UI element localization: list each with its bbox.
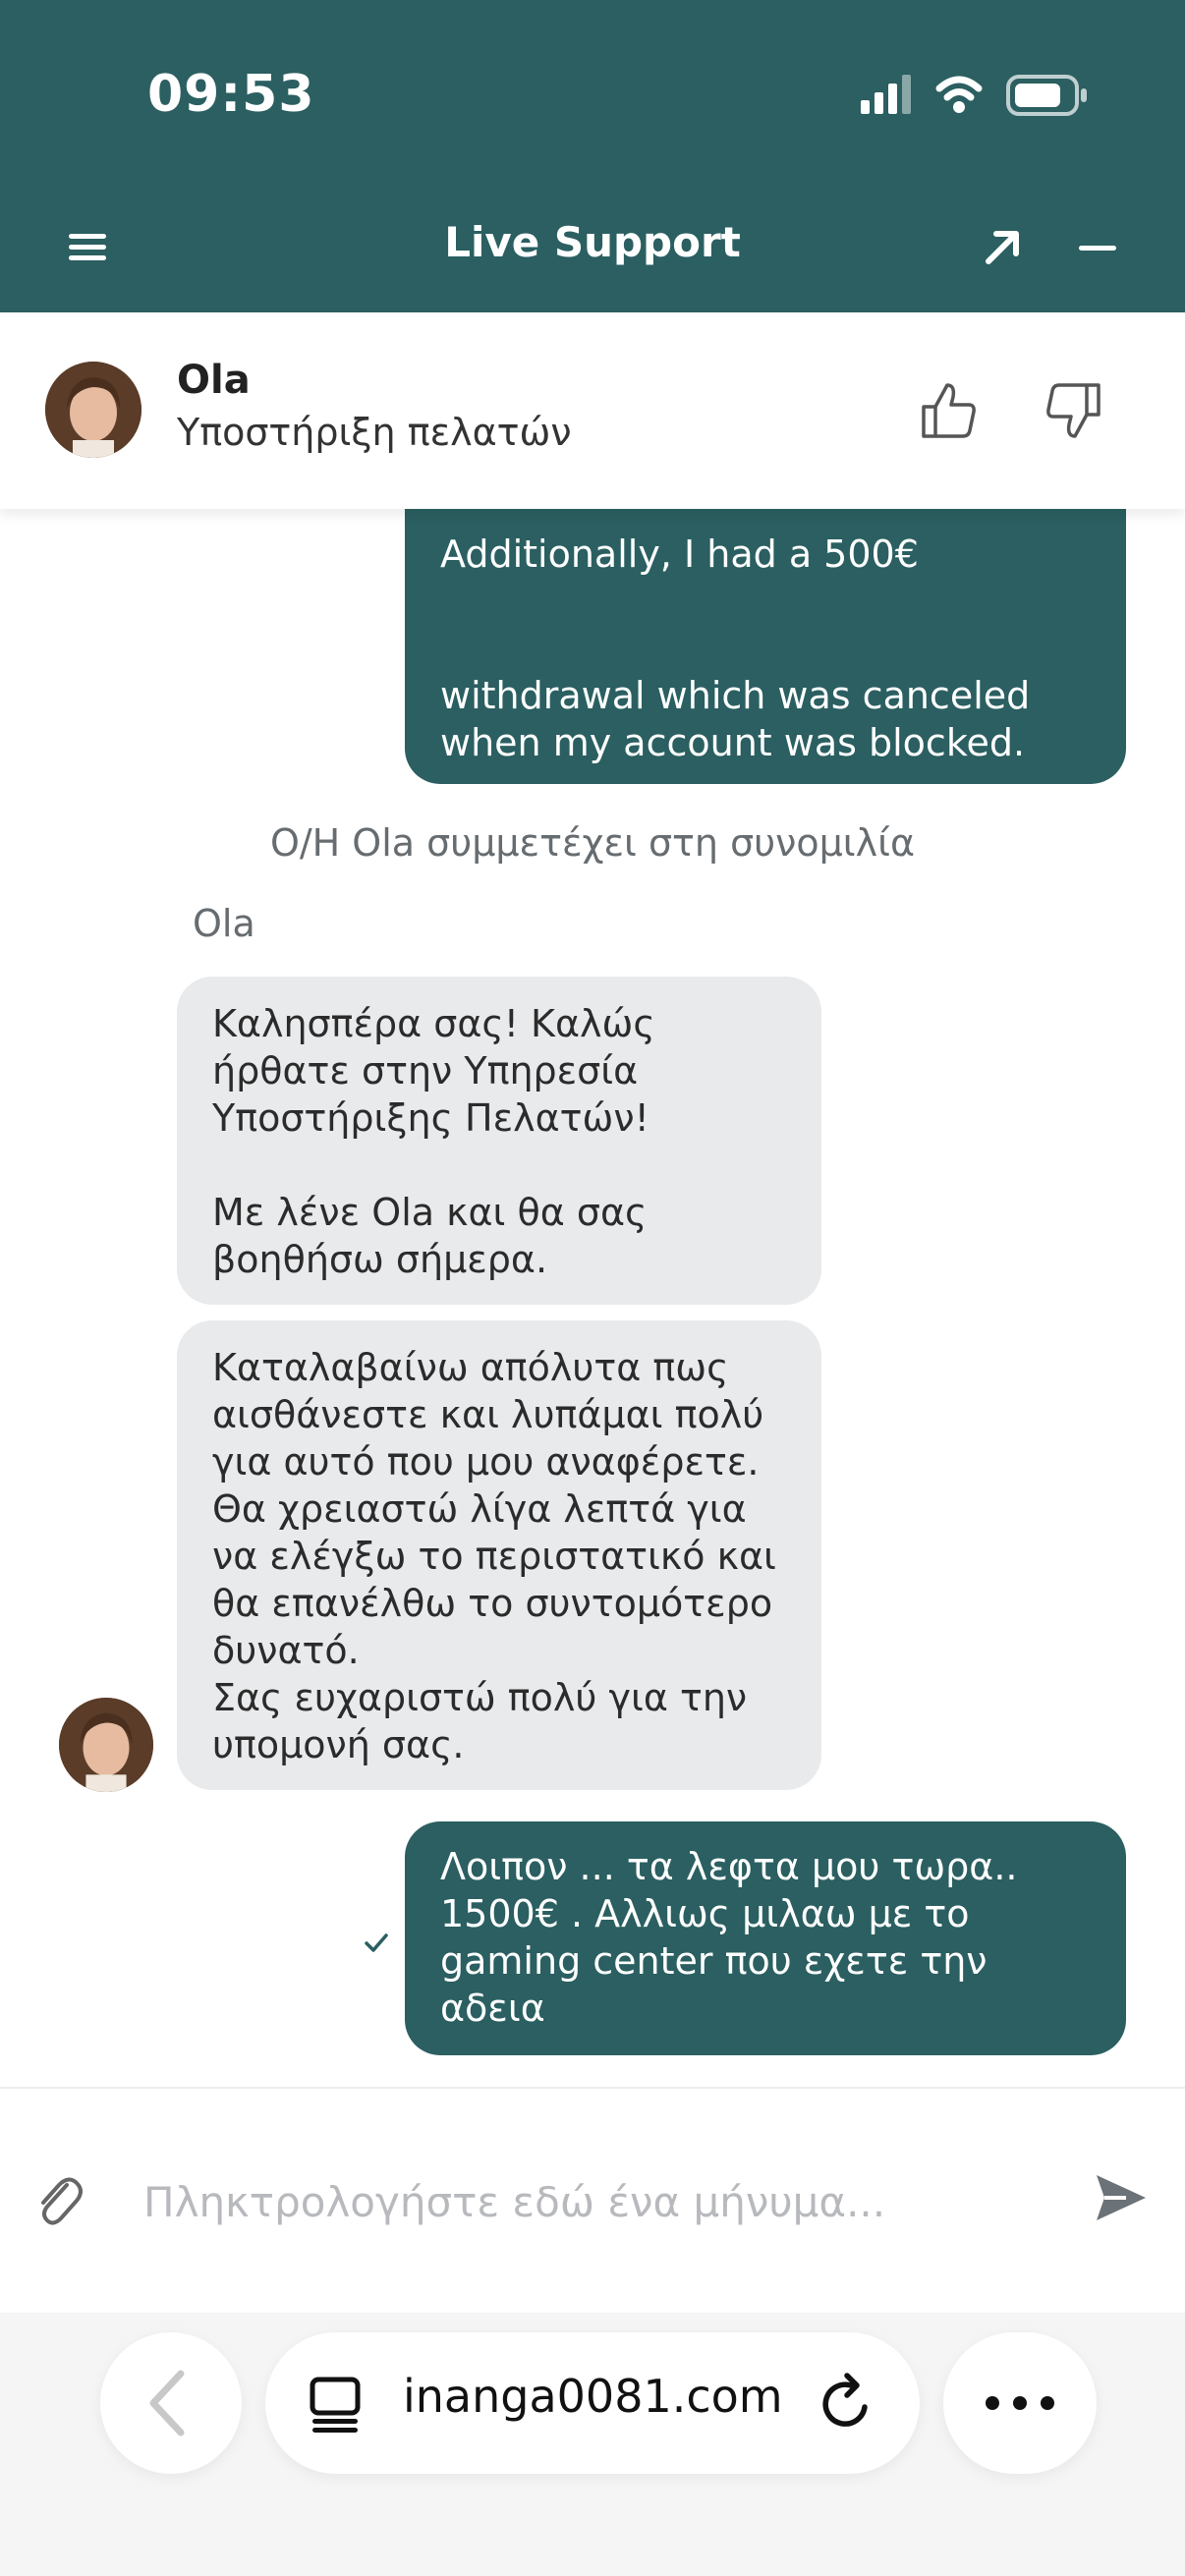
back-icon — [149, 2370, 185, 2436]
battery-icon — [1006, 75, 1087, 116]
agent-info-bar: Ola Υποστήριξη πελατών — [0, 312, 1185, 509]
customer-message: Additionally, I had a 500€ withdrawal wh… — [405, 509, 1126, 906]
expand-icon[interactable] — [977, 222, 1028, 273]
signal-icon — [861, 75, 911, 114]
clock: 09:53 — [147, 65, 315, 124]
chat-messages[interactable]: Additionally, I had a 500€ withdrawal wh… — [0, 509, 1185, 2087]
sender-label: Ola — [193, 902, 255, 945]
agent-message: Καλησπέρα σας! Καλώς ήρθατε στην Υπηρεσί… — [177, 977, 821, 1305]
message-text-partial: Additionally, I had a 500€ — [440, 532, 919, 576]
send-icon[interactable] — [1093, 2169, 1150, 2226]
thumbs-down-icon[interactable] — [1042, 379, 1104, 442]
thumbs-up-icon[interactable] — [918, 379, 981, 442]
message-input[interactable] — [143, 2167, 1047, 2236]
more-button[interactable] — [943, 2332, 1097, 2474]
check-icon — [365, 1933, 388, 1952]
menu-icon[interactable] — [63, 222, 114, 273]
address-bar[interactable]: inanga0081.com — [265, 2332, 920, 2474]
message-composer — [0, 2087, 1185, 2315]
customer-message: Λοιπον ... τα λεφτα μου τωρα.. 1500€ . Α… — [405, 1821, 1126, 2055]
agent-role: Υποστήριξη πελατών — [177, 411, 572, 454]
agent-avatar — [45, 362, 141, 458]
status-bar: 09:53 — [0, 0, 1185, 187]
url-text: inanga0081.com — [403, 2370, 783, 2423]
reload-icon[interactable] — [812, 2370, 880, 2438]
agent-message: Καταλαβαίνω απόλυτα πως αισθάνεστε και λ… — [177, 1320, 821, 1790]
agent-avatar — [59, 1698, 153, 1792]
minimize-icon[interactable] — [1073, 222, 1124, 273]
message-text: withdrawal which was canceled when my ac… — [440, 674, 1066, 906]
browser-toolbar: inanga0081.com — [0, 2313, 1185, 2576]
system-message: Ο/Η Ola συμμετέχει στη συνομιλία — [269, 821, 916, 865]
system-status-icons — [861, 75, 1087, 116]
tabs-icon[interactable] — [305, 2372, 369, 2436]
wifi-icon — [935, 76, 983, 113]
paperclip-icon[interactable] — [33, 2171, 85, 2230]
agent-name: Ola — [177, 358, 251, 403]
back-button[interactable] — [100, 2332, 242, 2474]
more-icon — [986, 2396, 1054, 2410]
